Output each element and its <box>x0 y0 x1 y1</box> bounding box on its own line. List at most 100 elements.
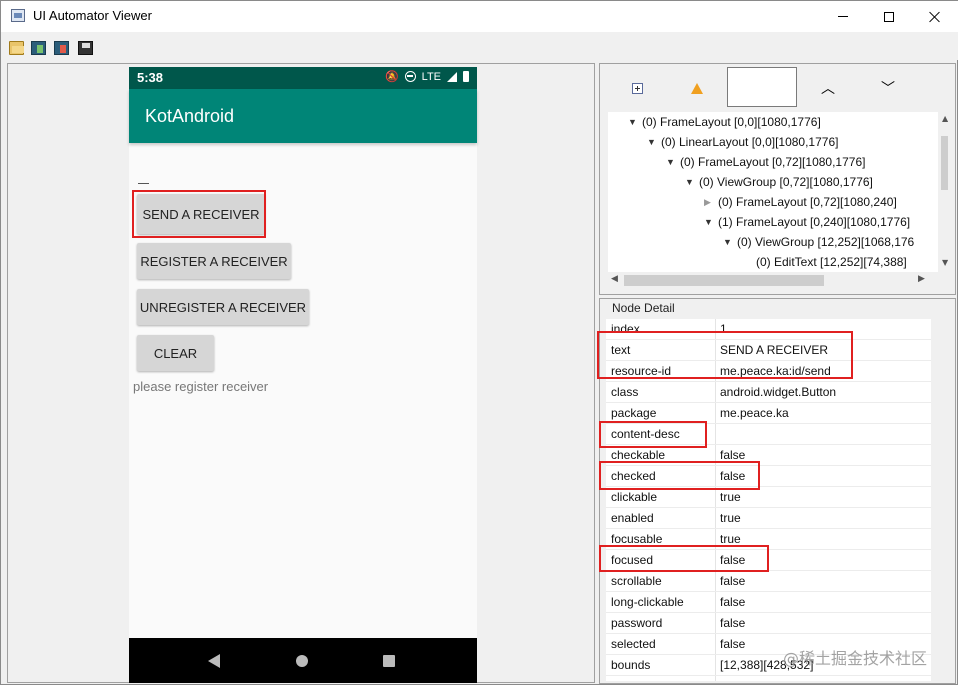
property-key: clickable <box>611 490 658 504</box>
property-row[interactable]: enabled true <box>606 508 931 529</box>
hierarchy-tree[interactable]: ▼ (0) FrameLayout [0,0][1080,1776] ▼ (0) L… <box>608 112 948 272</box>
chevron-up-icon: ︿ <box>821 81 835 97</box>
property-value: false <box>720 574 746 588</box>
tree-node[interactable]: ▼ (0) FrameLayout [0,72][1080,1776] <box>666 152 865 172</box>
network-type: LTE <box>421 70 441 83</box>
property-row[interactable]: scrollable false <box>606 571 931 592</box>
chevron-down-icon: ﹀ <box>881 81 895 97</box>
highlight-text-resource-id <box>597 331 853 379</box>
android-status-bar: 5:38 🔕 LTE <box>129 67 477 89</box>
node-detail-title: Node Detail <box>610 301 677 315</box>
property-value: false <box>720 448 746 462</box>
property-key: scrollable <box>611 574 662 588</box>
do-not-disturb-icon <box>404 71 416 82</box>
property-row[interactable]: password false <box>606 613 931 634</box>
property-value: false <box>720 637 746 651</box>
property-key: enabled <box>611 511 654 525</box>
receiver-status-text: please register receiver <box>133 379 269 394</box>
property-value: false <box>720 616 746 630</box>
highlight-content-desc <box>599 421 707 448</box>
status-time: 5:38 <box>137 70 164 85</box>
expanded-arrow-icon[interactable]: ▼ <box>628 117 642 127</box>
tree-vertical-scrollbar[interactable]: ▲ ▼ <box>938 112 948 272</box>
property-key: selected <box>611 637 656 651</box>
scroll-up-icon[interactable]: ▲ <box>942 114 948 123</box>
tree-node[interactable]: ▼ (0) FrameLayout [0,0][1080,1776] <box>628 112 821 132</box>
property-key: focusable <box>611 532 663 546</box>
maximize-button[interactable] <box>866 1 912 32</box>
app-title: KotAndroid <box>145 106 235 126</box>
scroll-right-icon[interactable]: ▶ <box>918 274 925 284</box>
notifications-off-icon: 🔕 <box>384 71 399 83</box>
property-value: true <box>720 511 741 525</box>
register-receiver-button[interactable]: REGISTER A RECEIVER <box>137 243 291 279</box>
property-key: checkable <box>611 448 666 462</box>
property-row[interactable]: clickable true <box>606 487 931 508</box>
search-input[interactable] <box>727 67 797 107</box>
property-row[interactable]: class android.widget.Button <box>606 382 931 403</box>
edit-text[interactable] <box>138 183 149 184</box>
property-key: package <box>611 406 657 420</box>
property-value: true <box>720 532 741 546</box>
open-folder-icon[interactable] <box>9 41 24 55</box>
app-window: UI Automator Viewer 5:38 🔕 LTE KotAndroi… <box>0 0 958 685</box>
expanded-arrow-icon[interactable]: ▼ <box>723 237 737 247</box>
scroll-thumb[interactable] <box>624 275 824 286</box>
property-key: long-clickable <box>611 595 684 609</box>
property-key: password <box>611 616 663 630</box>
window-title: UI Automator Viewer <box>33 8 152 23</box>
expanded-arrow-icon[interactable]: ▼ <box>685 177 699 187</box>
recents-icon[interactable] <box>383 655 395 667</box>
hierarchy-pane: ︿ ﹀ ▼ (0) FrameLayout [0,0][1080,1776] ▼(… <box>599 63 956 295</box>
minimize-icon <box>838 16 848 17</box>
signal-icon <box>447 71 457 82</box>
highlight-checked <box>599 461 760 490</box>
tree-node[interactable]: ▶ (0) FrameLayout [0,72][1080,240] <box>704 192 897 212</box>
minimize-button[interactable] <box>820 1 866 32</box>
tree-node[interactable]: ▼ (0) LinearLayout [0,0][1080,1776] <box>647 132 838 152</box>
property-value: me.peace.ka <box>720 406 789 420</box>
property-value: true <box>720 490 741 504</box>
app-icon <box>11 9 25 22</box>
maximize-icon <box>884 11 894 22</box>
close-button[interactable] <box>912 1 958 32</box>
tree-node[interactable]: ▼ (0) ViewGroup [12,252][1068,176 <box>723 232 914 252</box>
watermark: @稀土掘金技术社区 <box>783 649 928 668</box>
property-key: bounds <box>611 658 651 672</box>
back-icon[interactable] <box>208 654 220 668</box>
unregister-receiver-button[interactable]: UNREGISTER A RECEIVER <box>137 289 309 325</box>
android-nav-bar <box>129 638 477 683</box>
save-icon[interactable] <box>78 41 93 55</box>
app-bar: KotAndroid <box>129 89 477 143</box>
tree-node[interactable]: ▼ (1) FrameLayout [0,240][1080,1776] <box>704 212 910 232</box>
property-row[interactable]: long-clickable false <box>606 592 931 613</box>
scroll-left-icon[interactable]: ◀ <box>611 274 618 284</box>
battery-icon <box>463 71 469 82</box>
scroll-thumb[interactable] <box>941 136 948 190</box>
detail-vertical-scrollbar[interactable] <box>933 319 950 681</box>
property-value: android.widget.Button <box>720 385 837 399</box>
device-screen[interactable]: 5:38 🔕 LTE KotAndroid SEND A RECEIVER RE… <box>129 67 477 683</box>
collapsed-arrow-icon[interactable]: ▶ <box>704 197 718 208</box>
property-value: false <box>720 595 746 609</box>
expand-all-button[interactable] <box>626 72 648 104</box>
device-screenshot-compressed-icon[interactable] <box>54 41 69 55</box>
highlight-focused <box>599 545 769 572</box>
previous-match-button[interactable]: ︿ <box>816 72 840 104</box>
clear-button[interactable]: CLEAR <box>137 335 214 371</box>
tree-horizontal-scrollbar[interactable]: ◀ ▶ <box>608 272 930 289</box>
expanded-arrow-icon[interactable]: ▼ <box>647 137 661 147</box>
scroll-down-icon[interactable]: ▼ <box>942 258 948 267</box>
expanded-arrow-icon[interactable]: ▼ <box>704 217 718 227</box>
next-match-button[interactable]: ﹀ <box>876 72 900 104</box>
home-icon[interactable] <box>296 655 308 667</box>
toggle-nafs-button[interactable] <box>686 72 708 104</box>
status-icons: 🔕 LTE <box>385 70 469 83</box>
expanded-arrow-icon[interactable]: ▼ <box>666 157 680 167</box>
warning-icon <box>691 82 703 94</box>
property-key: class <box>611 385 639 399</box>
tree-node[interactable]: ▼ (0) ViewGroup [0,72][1080,1776] <box>685 172 873 192</box>
toolbar <box>1 32 958 60</box>
device-screenshot-icon[interactable] <box>31 41 46 55</box>
tree-node[interactable]: (0) EditText [12,252][74,388] <box>756 252 907 272</box>
